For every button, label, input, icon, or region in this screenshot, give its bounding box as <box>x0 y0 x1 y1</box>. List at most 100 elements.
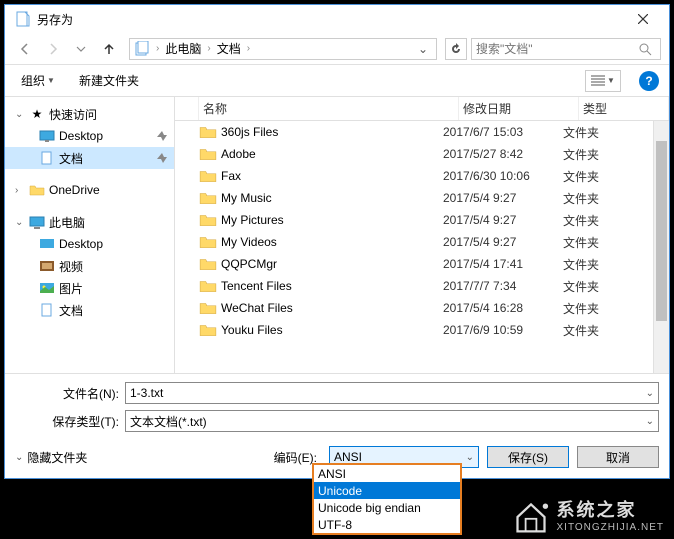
sidebar-pc-videos[interactable]: 视频 <box>5 255 174 277</box>
file-type: 文件夹 <box>563 146 653 163</box>
sidebar-this-pc[interactable]: ⌄此电脑 <box>5 211 174 233</box>
house-icon <box>513 499 549 535</box>
file-date: 2017/5/4 16:28 <box>443 301 563 315</box>
column-name[interactable]: 名称 <box>199 97 459 120</box>
scroll-thumb[interactable] <box>656 141 667 321</box>
sidebar-pc-documents[interactable]: 文档 <box>5 299 174 321</box>
up-button[interactable] <box>97 37 121 61</box>
file-type: 文件夹 <box>563 234 653 251</box>
nav-bar: › 此电脑 › 文档 › ⌄ <box>5 33 669 65</box>
pictures-icon <box>39 280 55 296</box>
filename-input[interactable]: 1-3.txt⌄ <box>125 382 659 404</box>
cancel-button[interactable]: 取消 <box>577 446 659 468</box>
file-row[interactable]: Adobe2017/5/27 8:42文件夹 <box>175 143 653 165</box>
desktop-icon <box>39 128 55 144</box>
list-body: 360js Files2017/6/7 15:03文件夹Adobe2017/5/… <box>175 121 653 373</box>
watermark-url: XITONGZHIJIA.NET <box>557 522 665 534</box>
sidebar: ⌄★快速访问 Desktop 文档 ›OneDrive ⌄此电脑 Desktop… <box>5 97 175 373</box>
file-name: My Videos <box>221 235 443 249</box>
file-row[interactable]: Tencent Files2017/7/7 7:34文件夹 <box>175 275 653 297</box>
chevron-right-icon: › <box>207 43 210 54</box>
file-row[interactable]: My Music2017/5/4 9:27文件夹 <box>175 187 653 209</box>
file-row[interactable]: My Videos2017/5/4 9:27文件夹 <box>175 231 653 253</box>
expand-icon: › <box>15 185 25 196</box>
filetype-label: 保存类型(T): <box>15 413 125 430</box>
close-icon <box>638 14 648 24</box>
pc-icon <box>29 214 45 230</box>
sidebar-pc-pictures[interactable]: 图片 <box>5 277 174 299</box>
file-name: My Music <box>221 191 443 205</box>
file-date: 2017/6/30 10:06 <box>443 169 563 183</box>
file-row[interactable]: Youku Files2017/6/9 10:59文件夹 <box>175 319 653 341</box>
back-button[interactable] <box>13 37 37 61</box>
file-name: 360js Files <box>221 125 443 139</box>
file-name: QQPCMgr <box>221 257 443 271</box>
app-icon <box>15 11 31 27</box>
sidebar-onedrive[interactable]: ›OneDrive <box>5 179 174 201</box>
encoding-option[interactable]: ANSI <box>314 465 460 482</box>
crumb-documents[interactable]: 文档 <box>213 38 245 59</box>
filename-label: 文件名(N): <box>15 385 125 402</box>
sidebar-desktop[interactable]: Desktop <box>5 125 174 147</box>
pin-icon <box>156 152 168 164</box>
recent-button[interactable] <box>69 37 93 61</box>
body: ⌄★快速访问 Desktop 文档 ›OneDrive ⌄此电脑 Desktop… <box>5 97 669 373</box>
sidebar-quick-access[interactable]: ⌄★快速访问 <box>5 103 174 125</box>
filetype-select[interactable]: 文本文档(*.txt)⌄ <box>125 410 659 432</box>
forward-button[interactable] <box>41 37 65 61</box>
new-folder-button[interactable]: 新建文件夹 <box>73 68 145 93</box>
file-row[interactable]: 360js Files2017/6/7 15:03文件夹 <box>175 121 653 143</box>
hide-folders-toggle[interactable]: ⌄隐藏文件夹 <box>15 449 87 466</box>
titlebar: 另存为 <box>5 5 669 33</box>
folder-icon <box>29 182 45 198</box>
folder-icon <box>199 277 217 295</box>
file-row[interactable]: My Pictures2017/5/4 9:27文件夹 <box>175 209 653 231</box>
folder-icon <box>199 123 217 141</box>
encoding-label: 编码(E): <box>274 449 317 466</box>
view-options-button[interactable]: ▼ <box>585 70 621 92</box>
refresh-icon <box>450 43 462 55</box>
scrollbar[interactable] <box>653 121 669 373</box>
column-date[interactable]: 修改日期 <box>459 97 579 120</box>
toolbar: 组织▼ 新建文件夹 ▼ ? <box>5 65 669 97</box>
watermark: 系统之家 XITONGZHIJIA.NET <box>513 499 665 535</box>
encoding-option[interactable]: Unicode big endian <box>314 499 460 516</box>
save-button[interactable]: 保存(S) <box>487 446 569 468</box>
refresh-button[interactable] <box>445 38 467 60</box>
organize-menu[interactable]: 组织▼ <box>15 68 61 93</box>
close-button[interactable] <box>620 5 665 33</box>
folder-icon <box>199 255 217 273</box>
file-name: Tencent Files <box>221 279 443 293</box>
window-title: 另存为 <box>37 11 620 28</box>
folder-icon <box>199 167 217 185</box>
address-bar[interactable]: › 此电脑 › 文档 › ⌄ <box>129 38 437 60</box>
file-date: 2017/5/4 9:27 <box>443 235 563 249</box>
encoding-dropdown: ANSIUnicodeUnicode big endianUTF-8 <box>312 463 462 535</box>
crumb-this-pc[interactable]: 此电脑 <box>161 38 205 59</box>
column-type[interactable]: 类型 <box>579 97 669 120</box>
file-row[interactable]: Fax2017/6/30 10:06文件夹 <box>175 165 653 187</box>
file-name: WeChat Files <box>221 301 443 315</box>
file-name: Youku Files <box>221 323 443 337</box>
sidebar-documents[interactable]: 文档 <box>5 147 174 169</box>
help-button[interactable]: ? <box>639 71 659 91</box>
sidebar-pc-desktop[interactable]: Desktop <box>5 233 174 255</box>
chevron-right-icon: › <box>247 43 250 54</box>
save-as-dialog: 另存为 › 此电脑 › 文档 › ⌄ 组织▼ 新建文件夹 <box>4 4 670 479</box>
file-date: 2017/5/4 9:27 <box>443 213 563 227</box>
watermark-title: 系统之家 <box>557 500 665 522</box>
address-dropdown[interactable]: ⌄ <box>414 42 432 56</box>
search-box[interactable] <box>471 38 661 60</box>
file-row[interactable]: WeChat Files2017/5/4 16:28文件夹 <box>175 297 653 319</box>
file-date: 2017/6/9 10:59 <box>443 323 563 337</box>
folder-icon <box>199 189 217 207</box>
videos-icon <box>39 258 55 274</box>
file-row[interactable]: QQPCMgr2017/5/4 17:41文件夹 <box>175 253 653 275</box>
chevron-right-icon: › <box>156 43 159 54</box>
encoding-option[interactable]: Unicode <box>314 482 460 499</box>
chevron-down-icon: ▼ <box>47 76 55 85</box>
file-date: 2017/6/7 15:03 <box>443 125 563 139</box>
encoding-option[interactable]: UTF-8 <box>314 516 460 533</box>
search-input[interactable] <box>476 42 638 56</box>
file-name: Fax <box>221 169 443 183</box>
